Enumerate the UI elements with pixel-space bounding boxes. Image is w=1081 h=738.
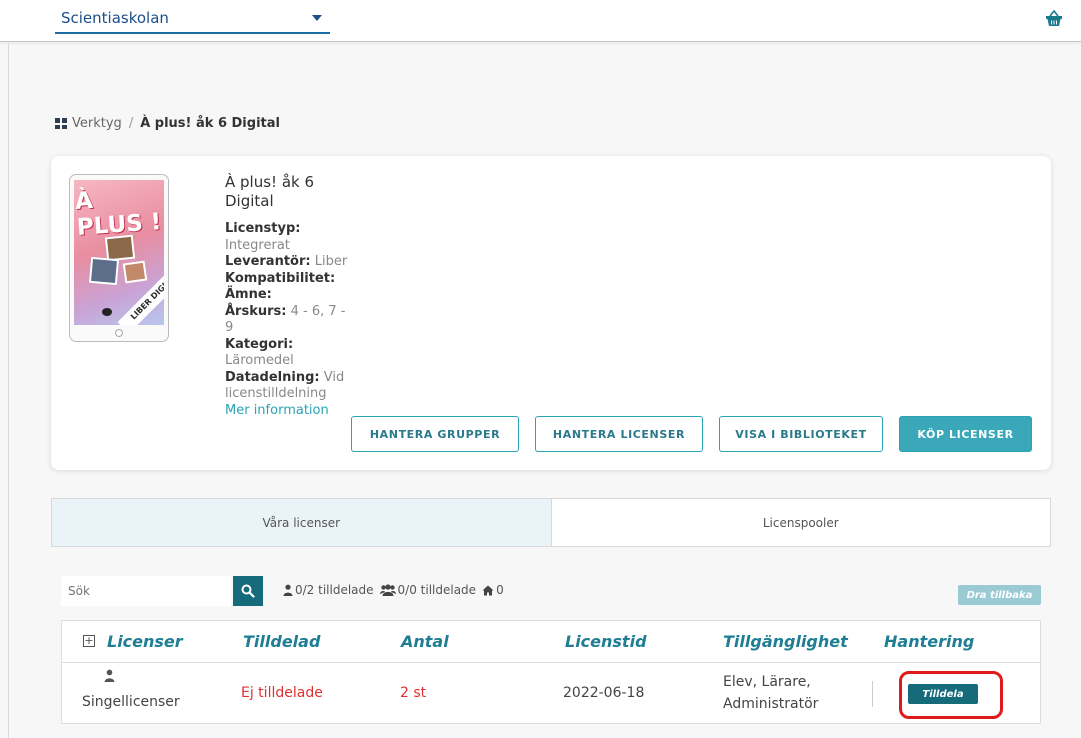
action-buttons: HANTERA GRUPPER HANTERA LICENSER VISA I … [351,416,1032,452]
cover-photo [88,256,120,286]
tab-vara-licenser[interactable]: Våra licenser [52,499,552,546]
hantera-grupper-button[interactable]: HANTERA GRUPPER [351,416,519,452]
chevron-down-icon [312,15,322,21]
assignment-stats: 0/2 tilldelade 0/0 tilldelade 0 [283,583,504,597]
license-expiry: 2022-06-18 [563,685,645,701]
grid-icon [55,118,67,129]
license-tabs: Våra licenser Licenspooler [51,498,1051,547]
search-button[interactable] [233,576,263,606]
search-icon [241,584,255,598]
table-header: + Licenser Tilldelad Antal Licenstid Til… [62,621,1040,663]
school-select[interactable]: Scientiaskolan [55,4,330,34]
breadcrumb-separator: / [128,116,134,131]
amne-label: Ämne: [225,287,272,302]
license-count: 2 st [400,685,427,701]
leverantor-label: Leverantör: [225,254,311,269]
home-button-icon [115,329,123,337]
visa-i-biblioteket-button[interactable]: VISA I BIBLIOTEKET [719,416,883,452]
kategori-label: Kategori: [225,336,294,352]
col-antal: Antal [401,632,449,651]
school-stat: 0 [496,583,504,597]
basket-icon[interactable] [1044,8,1064,28]
cover-title: À PLUS ! [74,187,163,241]
table-row: Singellicenser Ej tilldelade 2 st 2022-0… [62,663,1040,724]
tab-licenspooler[interactable]: Licenspooler [552,499,1051,546]
col-licenstid: Licenstid [565,632,647,651]
top-bar: Scientiaskolan [0,0,1081,42]
licenstyp-label: Licenstyp: [225,221,301,236]
cover-photo [104,234,136,262]
more-info-link[interactable]: Mer information [225,403,329,418]
highlight-annotation [899,671,1003,719]
cover-photo [122,260,148,284]
product-info: À plus! åk 6 Digital Licenstyp: Integrer… [225,173,355,419]
product-cover: À PLUS ! LIBER DIGITAL [69,174,169,342]
product-card: À PLUS ! LIBER DIGITAL À plus! åk 6 Digi… [51,156,1051,470]
leverantor-value: Liber [314,254,348,269]
datadelning-label: Datadelning: [225,369,320,385]
licenstyp-value: Integrerat [225,237,290,253]
expand-all-icon[interactable]: + [83,635,95,647]
kop-licenser-button[interactable]: KÖP LICENSER [899,416,1032,452]
paw-icon [102,308,112,316]
school-name: Scientiaskolan [61,9,169,27]
group-icon [379,584,396,596]
col-licenser: Licenser [107,632,183,651]
breadcrumb-current: À plus! åk 6 Digital [140,116,280,131]
left-divider [8,43,9,738]
group-stat: 0/0 tilldelade [397,583,477,597]
column-divider [872,681,873,707]
user-icon [283,584,293,596]
user-icon [104,669,115,682]
license-type: Singellicenser [82,694,180,710]
arskurs-label: Årskurs: [225,303,287,319]
dra-tillbaka-button[interactable]: Dra tillbaka [958,585,1041,605]
product-title: À plus! åk 6 Digital [225,173,315,210]
kompatibilitet-label: Kompatibilitet: [225,270,336,286]
home-icon [482,585,494,595]
user-stat: 0/2 tilldelade [295,583,374,597]
cover-image: À PLUS ! LIBER DIGITAL [74,180,164,325]
breadcrumb-root[interactable]: Verktyg [72,116,122,131]
assigned-status: Ej tilldelade [241,685,323,701]
hantera-licenser-button[interactable]: HANTERA LICENSER [535,416,703,452]
col-tilldelad: Tilldelad [243,632,321,651]
availability: Elev, Lärare, Administratör [723,674,819,712]
license-table: + Licenser Tilldelad Antal Licenstid Til… [61,620,1041,724]
col-tillganglighet: Tillgänglighet [723,632,848,651]
col-hantering: Hantering [884,632,975,651]
search-input[interactable] [61,576,231,606]
kategori-value: Läromedel [225,353,294,368]
datadelning-value-cont: licenstilldelning [225,386,327,401]
breadcrumb: Verktyg / À plus! åk 6 Digital [55,116,280,131]
datadelning-value: Vid [323,369,345,385]
